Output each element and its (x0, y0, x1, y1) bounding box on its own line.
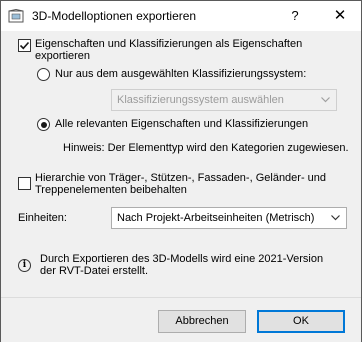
ok-button[interactable]: OK (257, 310, 345, 333)
cancel-button[interactable]: Abbrechen (158, 310, 246, 333)
close-button[interactable]: ✕ (319, 1, 361, 31)
help-button[interactable]: ? (277, 1, 313, 31)
radio-all-properties[interactable] (37, 118, 50, 131)
radio-selected-classification[interactable] (37, 68, 50, 81)
keep-hierarchy-label: Hierarchie von Träger-, Stützen-, Fassad… (35, 172, 327, 184)
title-bar: 3D-Modelloptionen exportieren ? ✕ (1, 1, 361, 31)
info-text-line2: der RVT-Datei erstellt. (40, 265, 149, 277)
export-properties-label: Eigenschaften und Klassifizierungen als … (35, 38, 303, 50)
units-select-value: Nach Projekt-Arbeitseinheiten (Metrisch) (117, 212, 315, 224)
app-icon (8, 9, 24, 23)
checkmark-icon (19, 41, 30, 50)
radio-dot (40, 121, 47, 128)
export-options-dialog: 3D-Modelloptionen exportieren ? ✕ Eigens… (0, 0, 362, 342)
export-properties-label-line2: exportieren (35, 50, 91, 62)
classification-system-select[interactable]: Klassifizierungssystem auswählen (111, 89, 337, 111)
info-icon: i (18, 259, 31, 272)
chevron-down-icon (331, 215, 340, 221)
window-title: 3D-Modelloptionen exportieren (32, 9, 197, 23)
classification-system-select-value: Klassifizierungssystem auswählen (117, 94, 284, 106)
units-label: Einheiten: (18, 212, 67, 224)
info-text-line1: Durch Exportieren des 3D-Modells wird ei… (40, 253, 324, 265)
keep-hierarchy-label-line2: Treppenelementen beibehalten (35, 184, 187, 196)
keep-hierarchy-checkbox[interactable] (18, 177, 31, 190)
chevron-down-icon (321, 97, 330, 103)
radio-selected-classification-label: Nur aus dem ausgewählten Klassifizierung… (55, 68, 307, 80)
radio-all-properties-label: Alle relevanten Eigenschaften und Klassi… (55, 118, 309, 130)
export-properties-checkbox[interactable] (18, 39, 31, 52)
hint-text: Hinweis: Der Elementtyp wird den Kategor… (63, 142, 349, 154)
units-select[interactable]: Nach Projekt-Arbeitseinheiten (Metrisch) (111, 207, 347, 229)
